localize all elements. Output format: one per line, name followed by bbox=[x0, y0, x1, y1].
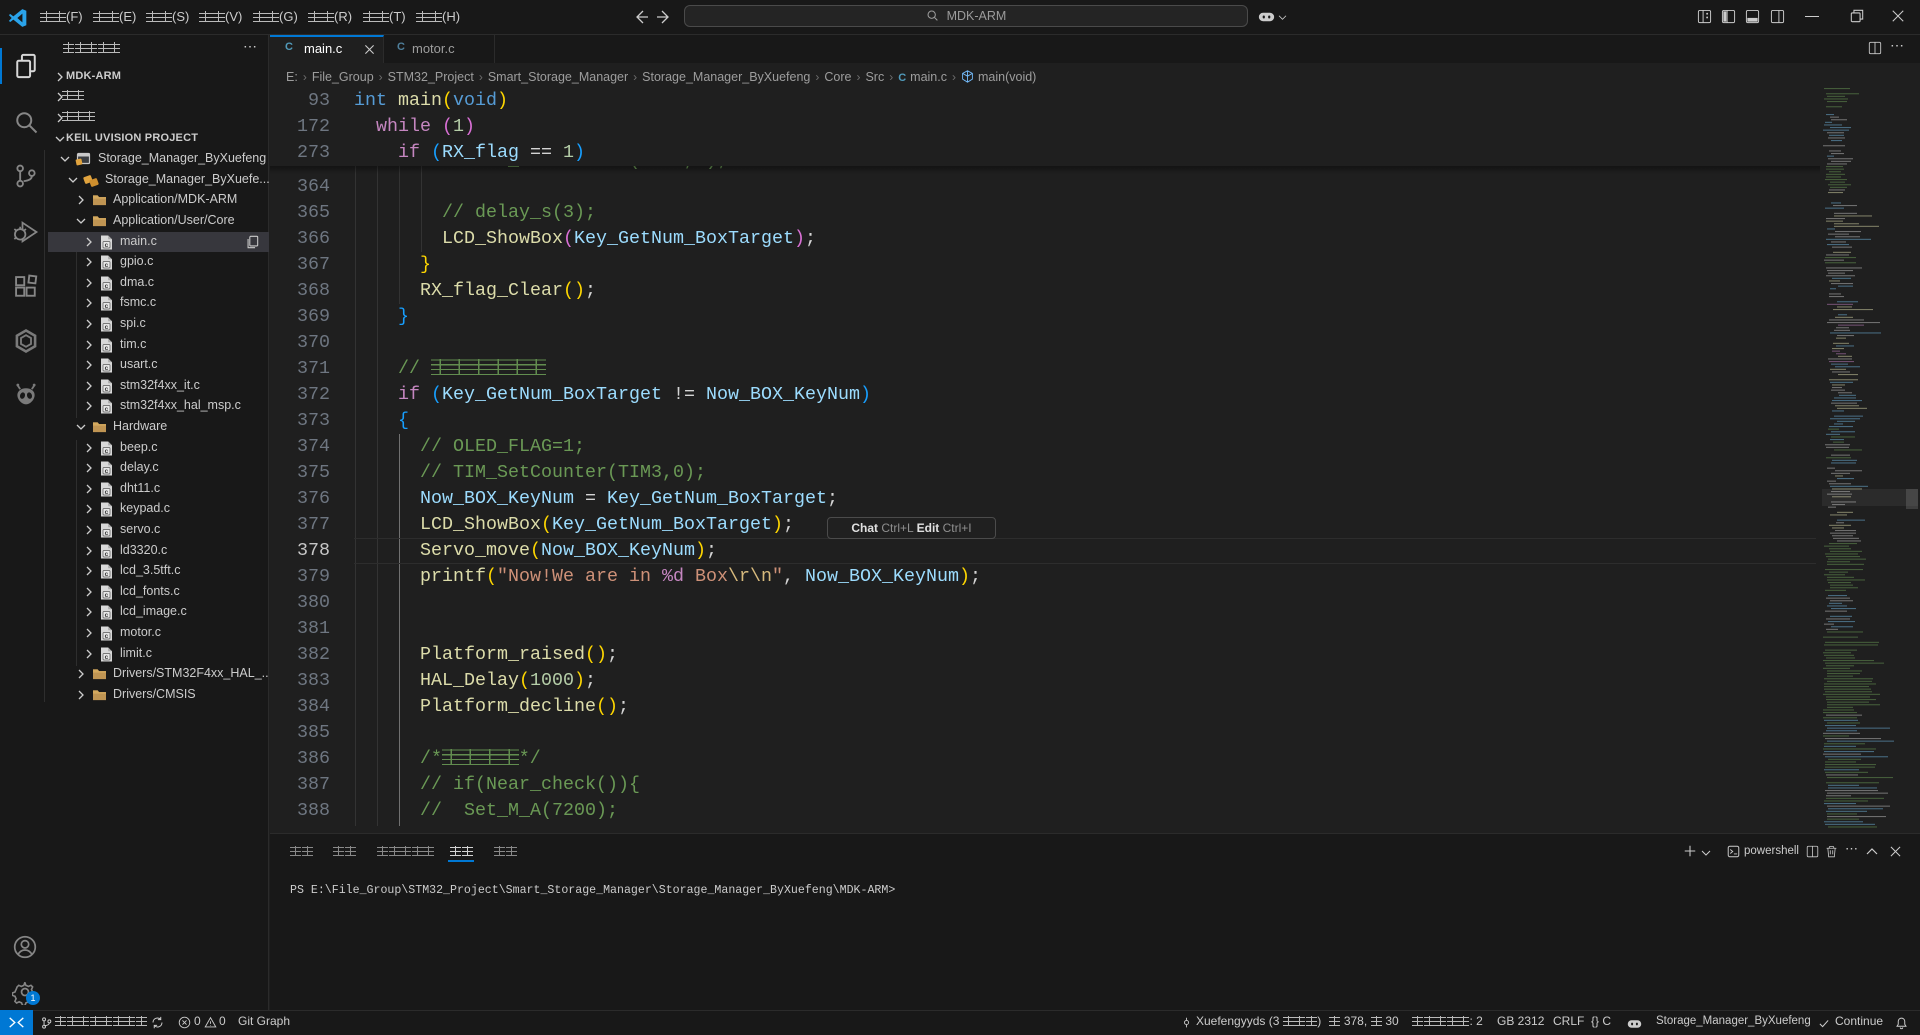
svg-text:c: c bbox=[105, 242, 109, 249]
svg-text:c: c bbox=[105, 283, 109, 290]
svg-text:c: c bbox=[105, 633, 109, 640]
svg-text:c: c bbox=[105, 386, 109, 393]
svg-text:c: c bbox=[105, 448, 109, 455]
svg-text:c: c bbox=[105, 406, 109, 413]
svg-text:c: c bbox=[105, 345, 109, 352]
svg-text:c: c bbox=[105, 324, 109, 331]
svg-text:c: c bbox=[105, 612, 109, 619]
svg-text:c: c bbox=[105, 262, 109, 269]
svg-text:c: c bbox=[105, 509, 109, 516]
svg-text:c: c bbox=[105, 551, 109, 558]
svg-text:c: c bbox=[105, 365, 109, 372]
svg-text:c: c bbox=[105, 654, 109, 661]
svg-text:c: c bbox=[105, 489, 109, 496]
svg-text:c: c bbox=[105, 592, 109, 599]
svg-text:c: c bbox=[105, 530, 109, 537]
svg-text:c: c bbox=[105, 303, 109, 310]
svg-text:c: c bbox=[105, 468, 109, 475]
svg-text:c: c bbox=[105, 571, 109, 578]
